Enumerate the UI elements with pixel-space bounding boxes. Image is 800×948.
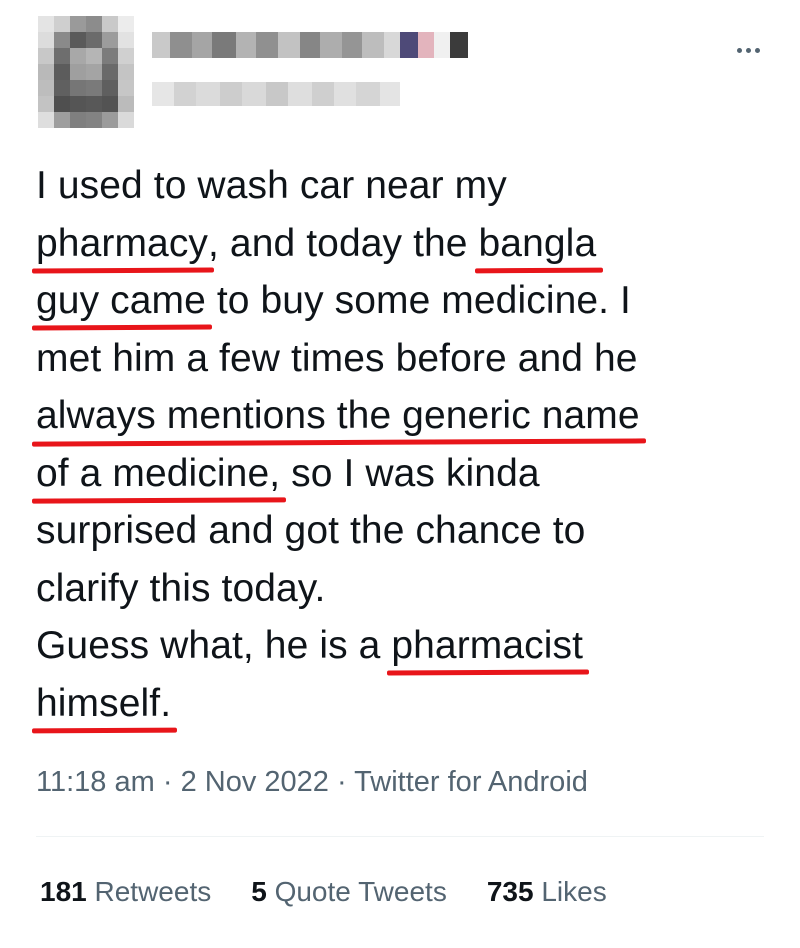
tweet-card: I used to wash car near my pharmacy, and… <box>0 0 800 948</box>
tweet-text-segment: surprised and got the chance to <box>36 509 586 552</box>
tweet-line: Guess what, he is a pharmacist <box>36 617 776 675</box>
tweet-text-segment: so I was kinda <box>280 451 540 495</box>
tweet-line: I used to wash car near my <box>36 157 776 215</box>
tweet-metadata: 11:18 am · 2 Nov 2022 · Twitter for Andr… <box>36 766 588 799</box>
highlighted-phrase: always mentions the generic name <box>36 394 640 437</box>
quote-tweets-count: 5 <box>251 876 267 907</box>
highlighted-phrase: bangla <box>478 221 597 265</box>
retweets-stat[interactable]: 181 Retweets <box>40 876 211 908</box>
display-name-redacted[interactable] <box>152 32 468 58</box>
tweet-line: of a medicine, so I was kinda <box>36 445 776 503</box>
quote-tweets-label: Quote Tweets <box>274 876 447 907</box>
tweet-text: I used to wash car near my pharmacy, and… <box>36 157 776 732</box>
separator-dot: · <box>162 766 173 798</box>
highlighted-phrase: of a medicine, <box>36 451 281 495</box>
tweet-line: surprised and got the chance to <box>36 502 776 560</box>
engagement-stats: 181 Retweets 5 Quote Tweets 735 Likes <box>40 876 607 908</box>
likes-count: 735 <box>486 876 534 907</box>
divider <box>36 836 764 837</box>
tweet-text-segment: met him a few times before and he <box>36 336 638 380</box>
tweet-date[interactable]: 2 Nov 2022 <box>181 766 329 798</box>
tweet-line: himself. <box>36 675 776 733</box>
tweet-line: always mentions the generic name <box>36 387 776 445</box>
retweets-label: Retweets <box>94 876 212 907</box>
more-horizontal-icon <box>736 47 760 53</box>
highlighted-phrase: guy came <box>36 279 206 322</box>
tweet-text-segment: I used to wash car near my <box>36 164 507 207</box>
likes-label: Likes <box>541 876 607 907</box>
tweet-line: clarify this today. <box>36 560 776 618</box>
tweet-source-link[interactable]: Twitter for Android <box>354 766 588 798</box>
avatar[interactable] <box>38 16 134 128</box>
highlighted-phrase: pharmacy <box>36 221 209 265</box>
more-options-button[interactable] <box>728 36 768 64</box>
tweet-time[interactable]: 11:18 am <box>36 766 155 798</box>
tweet-text-segment: , and today the <box>208 221 479 265</box>
highlighted-phrase: himself. <box>36 681 172 725</box>
retweets-count: 181 <box>40 876 87 907</box>
tweet-line: pharmacy, and today the bangla <box>36 215 776 273</box>
tweet-text-segment: clarify this today. <box>36 566 326 610</box>
quote-tweets-stat[interactable]: 5 Quote Tweets <box>251 876 447 908</box>
separator-dot: · <box>336 766 347 798</box>
username-handle-redacted[interactable] <box>152 82 400 106</box>
tweet-text-segment: Guess what, he is a <box>36 624 392 667</box>
likes-stat[interactable]: 735 Likes <box>487 876 607 908</box>
tweet-line: guy came to buy some medicine. I <box>36 272 776 330</box>
highlighted-phrase: pharmacist <box>391 624 584 667</box>
tweet-text-segment: to buy some medicine. I <box>205 279 631 322</box>
tweet-line: met him a few times before and he <box>36 330 776 388</box>
